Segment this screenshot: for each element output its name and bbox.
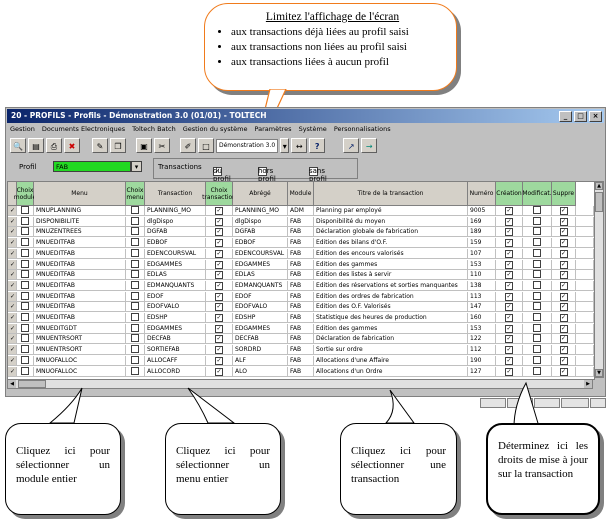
- transaction-help-callout: Cliquez ici pour sélectionner une transa…: [340, 423, 457, 515]
- module-help-callout: Cliquez ici pour sélectionner un module …: [5, 423, 121, 515]
- menu-help-callout: Cliquez ici pour sélectionner un menu en…: [165, 423, 281, 515]
- rights-help-callout: Déterminez ici les droits de mise à jour…: [486, 423, 600, 515]
